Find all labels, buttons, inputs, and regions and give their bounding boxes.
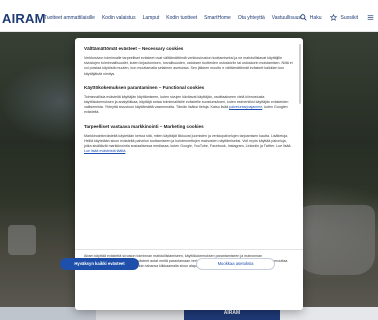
site-header: AIRAM Tuotteet ammattilaisille Kodin val… — [0, 0, 378, 32]
nav-item-lamps[interactable]: Lamput — [143, 15, 160, 21]
marketing-cookies-body: Markkinointievästeitä käytetään kertoa s… — [84, 133, 291, 149]
nav-item-home-lighting[interactable]: Kodin valaistus — [102, 15, 136, 21]
nav-item-responsibility[interactable]: Vastuullisuus — [272, 15, 301, 21]
menu-button[interactable] — [367, 14, 374, 21]
necessary-cookies-text: Verkkosivun toiminnalle tarpeelliset evä… — [84, 56, 293, 76]
search-button[interactable]: Haku — [300, 14, 322, 21]
marketing-cookies-title: Tarpeelliset vastaava markkinointi – Mar… — [84, 123, 204, 129]
header-actions: Haku Suosikit — [300, 14, 374, 21]
favorites-label: Suosikit — [340, 14, 358, 21]
accept-all-cookies-button[interactable]: Hyväksyn kaikki evästeet — [60, 258, 139, 270]
favorites-button[interactable]: Suosikit — [330, 14, 358, 21]
scrollbar[interactable] — [299, 44, 301, 104]
necessary-cookies-title: Välttämättömät evästeet – Necessary cook… — [84, 46, 184, 51]
customize-settings-button[interactable]: Muokkaa asetuksia — [196, 258, 275, 270]
star-icon — [330, 14, 338, 21]
functional-cookies-text: Toiminnallisia evästeitä käyttäjän käytt… — [84, 95, 294, 116]
marketing-cookies-body-end: . — [125, 149, 127, 154]
read-more-link[interactable]: Lue lisää evästeistä täältä — [84, 149, 125, 153]
nav-item-smarthome[interactable]: SmartHome — [204, 15, 231, 21]
cookie-categories-scroll[interactable]: Välttämättömät evästeet – Necessary cook… — [75, 38, 303, 250]
nav-item-professional-products[interactable]: Tuotteet ammattilaisille — [44, 15, 95, 21]
main-nav: Tuotteet ammattilaisille Kodin valaistus… — [44, 15, 301, 21]
hamburger-menu-icon — [367, 15, 374, 20]
functional-cookies-title: Käyttökokemuksen parantaminen – Function… — [84, 84, 205, 90]
nav-item-home-products[interactable]: Kodin tuotteet — [166, 15, 197, 21]
search-icon — [300, 14, 307, 21]
airam-logo[interactable]: AIRAM — [2, 11, 46, 26]
nav-item-contact[interactable]: Ota yhteyttä — [238, 15, 265, 21]
marketing-cookies-text: Markkinointievästeitä käytetään kertoa s… — [84, 134, 294, 155]
providers-link[interactable]: palveluntarjoajamme — [229, 105, 262, 109]
search-label: Haku — [309, 14, 322, 21]
